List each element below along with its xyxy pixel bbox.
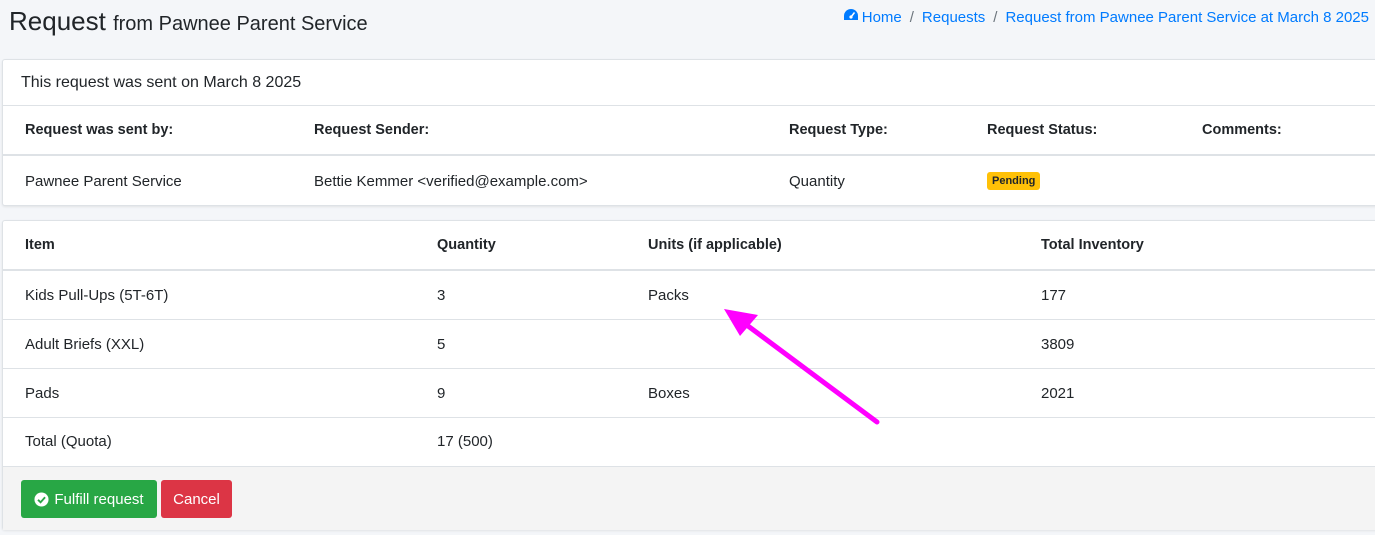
column-header-item: Item (25, 237, 55, 253)
item-units: Boxes (648, 384, 690, 402)
fulfill-request-label: Fulfill request (54, 490, 144, 508)
card-footer: Fulfill request Cancel (3, 466, 1375, 530)
column-header-inventory: Total Inventory (1041, 237, 1144, 253)
column-header-status: Request Status: (987, 122, 1098, 138)
item-inventory: 3809 (1041, 335, 1075, 353)
column-header-units: Units (if applicable) (648, 237, 782, 253)
breadcrumb-separator: / (993, 8, 998, 26)
fulfill-request-button[interactable]: Fulfill request (21, 480, 157, 518)
table-row: Pads 9 Boxes 2021 (3, 369, 1375, 418)
breadcrumb: Home / Requests / Request from Pawnee Pa… (843, 8, 1369, 26)
request-summary-card: This request was sent on March 8 2025 Re… (2, 59, 1375, 206)
item-units: Packs (648, 286, 689, 304)
item-name: Pads (25, 384, 60, 402)
total-label: Total (Quota) (25, 433, 112, 450)
tachometer-icon[interactable] (843, 8, 859, 26)
column-header-sent-by: Request was sent by: (25, 122, 174, 138)
item-name: Adult Briefs (XXL) (25, 335, 145, 353)
request-type-value: Quantity (789, 172, 845, 190)
page-title: Request from Pawnee Parent Service (9, 6, 368, 37)
check-circle-icon (34, 491, 49, 507)
column-header-sender: Request Sender: (314, 122, 430, 138)
sent-by-value: Pawnee Parent Service (25, 172, 182, 190)
page-subtitle: from Pawnee Parent Service (113, 13, 368, 35)
sender-value: Bettie Kemmer <verified@example.com> (314, 172, 588, 190)
item-quantity: 3 (437, 286, 446, 304)
items-header-row: Item Quantity Units (if applicable) Tota… (3, 221, 1375, 271)
breadcrumb-current-link[interactable]: Request from Pawnee Parent Service at Ma… (1005, 9, 1369, 26)
table-row: Kids Pull-Ups (5T-6T) 3 Packs 177 (3, 271, 1375, 320)
item-quantity: 5 (437, 335, 446, 353)
item-inventory: 2021 (1041, 384, 1075, 402)
column-header-comments: Comments: (1202, 122, 1282, 138)
summary-header-row: Request was sent by: Request Sender: Req… (3, 106, 1375, 156)
status-badge: Pending (987, 172, 1041, 190)
request-sent-header: This request was sent on March 8 2025 (3, 60, 1375, 106)
breadcrumb-home-link[interactable]: Home (862, 9, 902, 26)
cancel-label: Cancel (173, 490, 220, 508)
status-cell: Pending (987, 156, 1041, 206)
item-name: Kids Pull-Ups (5T-6T) (25, 286, 169, 304)
breadcrumb-requests-link[interactable]: Requests (922, 9, 985, 26)
page-header: Request from Pawnee Parent Service Home … (0, 0, 1375, 50)
summary-data-row: Pawnee Parent Service Bettie Kemmer <ver… (3, 156, 1375, 206)
item-inventory: 177 (1041, 286, 1067, 304)
cancel-button[interactable]: Cancel (161, 480, 232, 518)
total-row: Total (Quota) 17 (500) (3, 418, 1375, 465)
column-header-quantity: Quantity (437, 237, 496, 253)
breadcrumb-separator: / (909, 8, 914, 26)
column-header-type: Request Type: (789, 122, 888, 138)
item-quantity: 9 (437, 384, 446, 402)
total-quantity: 17 (500) (437, 433, 493, 450)
request-items-card: Item Quantity Units (if applicable) Tota… (2, 220, 1375, 530)
page-title-main: Request (9, 6, 106, 36)
table-row: Adult Briefs (XXL) 5 3809 (3, 320, 1375, 369)
